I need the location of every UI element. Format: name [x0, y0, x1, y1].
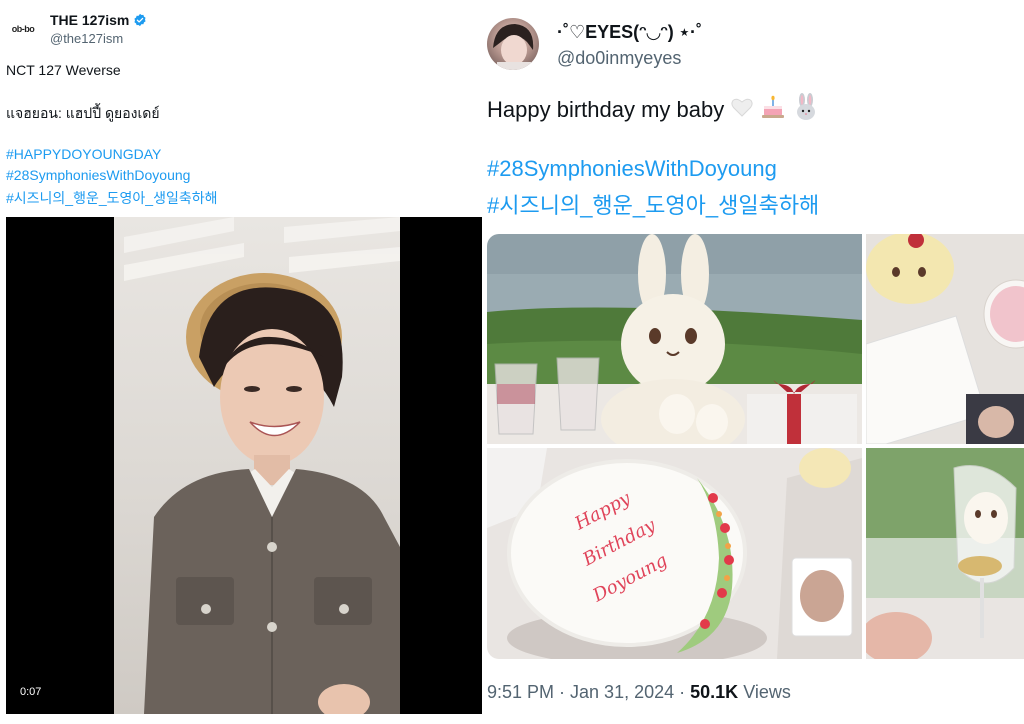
tweet-text: Happy birthday my baby — [487, 97, 725, 122]
hashtag-link[interactable]: #28SymphoniesWithDoyoung — [487, 156, 777, 182]
cake-icon — [760, 94, 786, 126]
photo-plush-table[interactable] — [866, 234, 1024, 444]
views-count: 50.1K — [690, 682, 739, 702]
video-frame — [114, 217, 400, 714]
tweet-text-line: แจฮยอน: แฮปปี้ ดูยองเดย์ — [6, 105, 160, 121]
video-timestamp: 0:07 — [20, 686, 42, 698]
account-name[interactable]: THE 127ism — [50, 12, 129, 28]
heart-icon — [730, 95, 754, 125]
hashtag-link[interactable]: #HAPPYDOYOUNGDAY — [6, 146, 161, 162]
video-still-image — [124, 217, 400, 714]
account-avatar[interactable]: ob-bo — [8, 14, 38, 44]
photo-image: Happy Birthday Doyoung — [487, 448, 862, 659]
photo-plush-glass[interactable] — [866, 448, 1024, 659]
user-avatar[interactable] — [487, 18, 539, 70]
video-player[interactable]: 0:07 — [6, 217, 482, 714]
tweet-text-line: NCT 127 Weverse — [6, 62, 121, 78]
photo-image — [487, 234, 862, 444]
avatar-logo-text: ob-bo — [11, 24, 35, 34]
avatar-photo — [493, 24, 534, 70]
user-handle[interactable]: @do0inmyeyes — [557, 48, 681, 69]
tweet-text-row: Happy birthday my baby — [487, 93, 820, 127]
rabbit-icon — [792, 93, 820, 127]
photo-grid: Happy Birthday Doyoung — [487, 234, 1024, 659]
account-name-row[interactable]: THE 127ism — [50, 12, 147, 28]
tweet-meta: 9:51 PM · Jan 31, 2024 · 50.1K Views — [487, 682, 791, 703]
display-name[interactable]: ·˚♡EYES(ᵔ◡ᵔ) ⋆·˚ — [557, 22, 702, 43]
photo-image — [866, 234, 1024, 444]
photo-bunny-lake[interactable] — [487, 234, 862, 444]
hashtag-link[interactable]: #28SymphoniesWithDoyoung — [6, 167, 190, 183]
account-handle[interactable]: @the127ism — [50, 31, 123, 46]
left-tweet: ob-bo THE 127ism @the127ism NCT 127 Weve… — [0, 0, 482, 724]
hashtag-link[interactable]: #시즈니의_행운_도영아_생일축하해 — [6, 188, 217, 208]
verified-badge-icon — [133, 13, 147, 27]
photo-image — [866, 448, 1024, 659]
photo-birthday-cake[interactable]: Happy Birthday Doyoung — [487, 448, 862, 659]
right-tweet: ·˚♡EYES(ᵔ◡ᵔ) ⋆·˚ @do0inmyeyes Happy birt… — [482, 0, 1024, 724]
tweet-timestamp[interactable]: 9:51 PM · Jan 31, 2024 · — [487, 682, 685, 702]
hashtag-link[interactable]: #시즈니의_행운_도영아_생일축하해 — [487, 188, 819, 220]
views-label: Views — [743, 682, 791, 702]
